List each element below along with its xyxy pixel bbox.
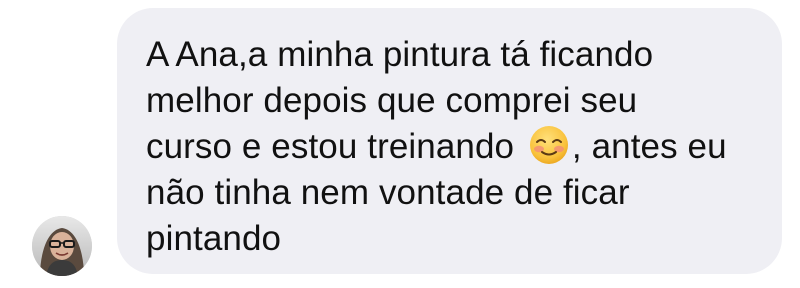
message-bubble[interactable]: A Ana,a minha pintura tá ficando melhor … — [117, 8, 782, 274]
message-line-segment: , antes eu — [571, 127, 727, 166]
message-line: A Ana,a minha pintura tá ficando — [146, 35, 654, 74]
smiling-face-with-blush-icon — [528, 124, 570, 166]
avatar[interactable] — [32, 216, 92, 276]
message-thread: A Ana,a minha pintura tá ficando melhor … — [0, 0, 800, 288]
message-line: curso e estou treinando , antes eu — [146, 124, 752, 170]
message-line: não tinha nem vontade de ficar — [146, 173, 630, 212]
profile-photo — [32, 216, 92, 276]
message-line: pintando — [146, 219, 282, 258]
message-text: A Ana,a minha pintura tá ficando melhor … — [146, 32, 752, 262]
message-line: melhor depois que comprei seu — [146, 81, 638, 120]
message-line-segment: curso e estou treinando — [146, 127, 515, 166]
